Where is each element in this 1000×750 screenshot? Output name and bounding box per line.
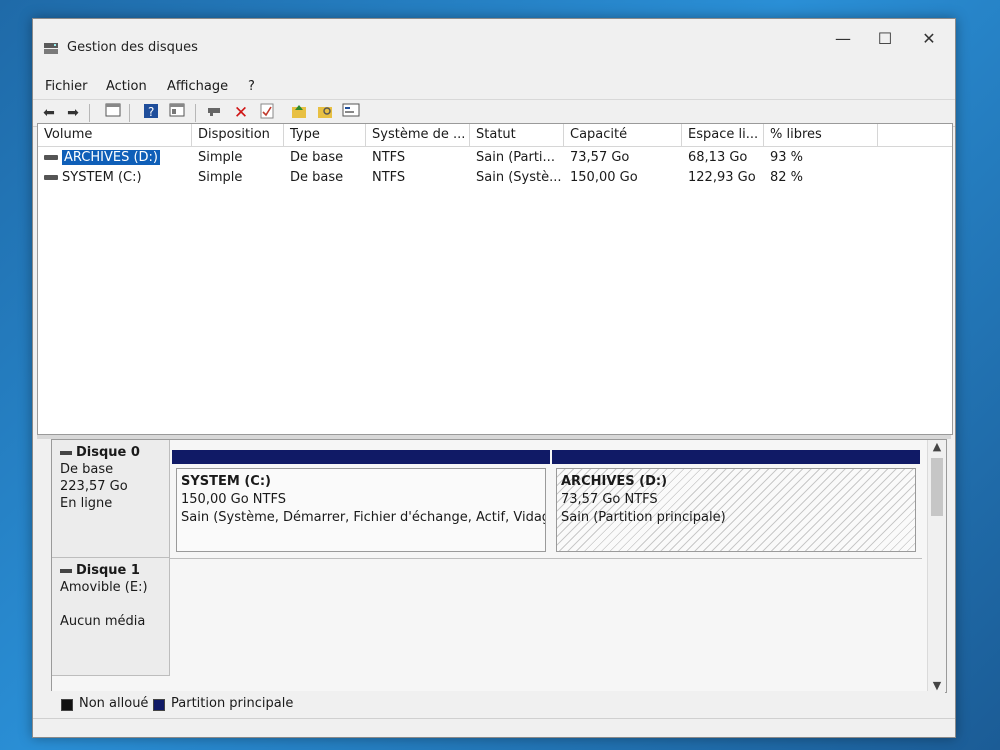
menu-action[interactable]: Action xyxy=(106,75,147,99)
cell-disposition: Simple xyxy=(198,170,243,185)
disk-management-icon xyxy=(44,43,58,54)
column-filesystem[interactable]: Système de ... xyxy=(366,124,470,146)
legend-primary-label: Partition principale xyxy=(171,696,294,711)
svg-text:?: ? xyxy=(148,105,154,119)
disk-1-state: Aucun média xyxy=(60,614,146,629)
console-tree-icon[interactable] xyxy=(103,103,123,123)
partition-status: Sain (Système, Démarrer, Fichier d'échan… xyxy=(181,510,546,525)
help-icon[interactable]: ? xyxy=(141,103,161,123)
partition-name: SYSTEM (C:) xyxy=(181,474,271,489)
cell-filesystem: NTFS xyxy=(372,170,406,185)
scroll-up-icon[interactable]: ▲ xyxy=(928,440,946,453)
maximize-button[interactable]: ☐ xyxy=(865,25,905,53)
vertical-scrollbar[interactable]: ▲ ▼ xyxy=(927,440,946,692)
legend: Non alloué Partition principale xyxy=(51,691,945,717)
cell-type: De base xyxy=(290,170,344,185)
disk-view-icon[interactable] xyxy=(341,103,361,123)
disk-1-name: Disque 1 xyxy=(76,563,140,578)
volume-list[interactable]: Volume Disposition Type Système de ... S… xyxy=(37,123,953,435)
partition-size: 150,00 Go NTFS xyxy=(181,492,286,507)
close-button[interactable]: ✕ xyxy=(909,25,949,53)
disk-0-partitions: SYSTEM (C:) 150,00 Go NTFS Sain (Système… xyxy=(170,440,922,559)
disk-graphical-view: Disque 0 De base 223,57 Go En ligne SYST… xyxy=(51,439,947,693)
primary-partition-bar xyxy=(552,450,920,464)
back-icon[interactable]: ⬅ xyxy=(39,103,59,123)
disk-icon xyxy=(60,568,72,573)
folder-search-icon[interactable] xyxy=(315,103,335,123)
partition-system[interactable]: SYSTEM (C:) 150,00 Go NTFS Sain (Système… xyxy=(172,450,550,554)
legend-unallocated-label: Non alloué xyxy=(79,696,149,711)
menu-bar: Fichier Action Affichage ? xyxy=(33,75,955,99)
disk-management-window: Gestion des disques — ☐ ✕ Fichier Action… xyxy=(32,18,956,738)
volume-name: SYSTEM (C:) xyxy=(62,170,142,185)
check-icon[interactable] xyxy=(257,103,277,123)
disk-0-state: En ligne xyxy=(60,496,113,511)
cell-statut: Sain (Parti... xyxy=(476,150,555,165)
cell-volume: ARCHIVES (D:) xyxy=(38,148,192,168)
toolbar-separator xyxy=(129,104,130,122)
title-bar[interactable]: Gestion des disques — ☐ ✕ xyxy=(33,19,955,75)
column-pourcent-libres[interactable]: % libres xyxy=(764,124,878,146)
column-capacite[interactable]: Capacité xyxy=(564,124,682,146)
window-title: Gestion des disques xyxy=(67,40,198,55)
toolbar-separator xyxy=(195,104,196,122)
disk-icon xyxy=(60,450,72,455)
properties-icon[interactable] xyxy=(167,103,187,123)
toolbar-separator xyxy=(89,104,90,122)
column-type[interactable]: Type xyxy=(284,124,366,146)
column-disposition[interactable]: Disposition xyxy=(192,124,284,146)
volume-icon xyxy=(44,155,58,160)
volume-name: ARCHIVES (D:) xyxy=(62,150,160,165)
menu-help[interactable]: ? xyxy=(248,75,255,99)
disk-0-title: Disque 0 xyxy=(60,444,161,461)
column-espace-libre[interactable]: Espace li... xyxy=(682,124,764,146)
folder-up-icon[interactable] xyxy=(289,103,309,123)
partition-archives[interactable]: ARCHIVES (D:) 73,57 Go NTFS Sain (Partit… xyxy=(552,450,920,554)
cell-espace-libre: 122,93 Go xyxy=(688,170,756,185)
cell-capacite: 73,57 Go xyxy=(570,150,630,165)
volume-list-header: Volume Disposition Type Système de ... S… xyxy=(38,124,952,147)
column-statut[interactable]: Statut xyxy=(470,124,564,146)
legend-unallocated-swatch xyxy=(61,699,73,711)
volume-icon xyxy=(44,175,58,180)
cell-espace-libre: 68,13 Go xyxy=(688,150,748,165)
cell-disposition: Simple xyxy=(198,150,243,165)
legend-primary-swatch xyxy=(153,699,165,711)
partition-status: Sain (Partition principale) xyxy=(561,510,726,525)
partition-archives-body[interactable]: ARCHIVES (D:) 73,57 Go NTFS Sain (Partit… xyxy=(556,468,916,552)
disk-0-type: De base xyxy=(60,462,114,477)
partition-size: 73,57 Go NTFS xyxy=(561,492,658,507)
disk-1-type: Amovible (E:) xyxy=(60,580,148,595)
cell-pourcent-libres: 93 % xyxy=(770,150,804,165)
cell-capacite: 150,00 Go xyxy=(570,170,638,185)
connect-icon[interactable] xyxy=(205,103,225,123)
cell-pourcent-libres: 82 % xyxy=(770,170,804,185)
column-volume[interactable]: Volume xyxy=(38,124,192,146)
partition-name: ARCHIVES (D:) xyxy=(561,474,668,489)
cell-filesystem: NTFS xyxy=(372,150,406,165)
disk-0-info[interactable]: Disque 0 De base 223,57 Go En ligne xyxy=(52,440,170,558)
delete-icon[interactable]: ✕ xyxy=(231,103,251,123)
cell-volume: SYSTEM (C:) xyxy=(38,168,192,188)
table-row[interactable]: SYSTEM (C:) Simple De base NTFS Sain (Sy… xyxy=(38,168,952,188)
cell-statut: Sain (Systè... xyxy=(476,170,562,185)
forward-icon[interactable]: ➡ xyxy=(63,103,83,123)
minimize-button[interactable]: — xyxy=(823,25,863,53)
disk-0-size: 223,57 Go xyxy=(60,479,128,494)
primary-partition-bar xyxy=(172,450,550,464)
partition-system-body[interactable]: SYSTEM (C:) 150,00 Go NTFS Sain (Système… xyxy=(176,468,546,552)
cell-type: De base xyxy=(290,150,344,165)
menu-affichage[interactable]: Affichage xyxy=(167,75,228,99)
disk-1-info[interactable]: Disque 1 Amovible (E:) Aucun média xyxy=(52,558,170,676)
disk-1-title: Disque 1 xyxy=(60,562,161,579)
menu-fichier[interactable]: Fichier xyxy=(45,75,88,99)
status-bar xyxy=(33,718,955,737)
disk-0-name: Disque 0 xyxy=(76,445,140,460)
table-row[interactable]: ARCHIVES (D:) Simple De base NTFS Sain (… xyxy=(38,148,952,168)
scroll-thumb[interactable] xyxy=(931,458,943,516)
